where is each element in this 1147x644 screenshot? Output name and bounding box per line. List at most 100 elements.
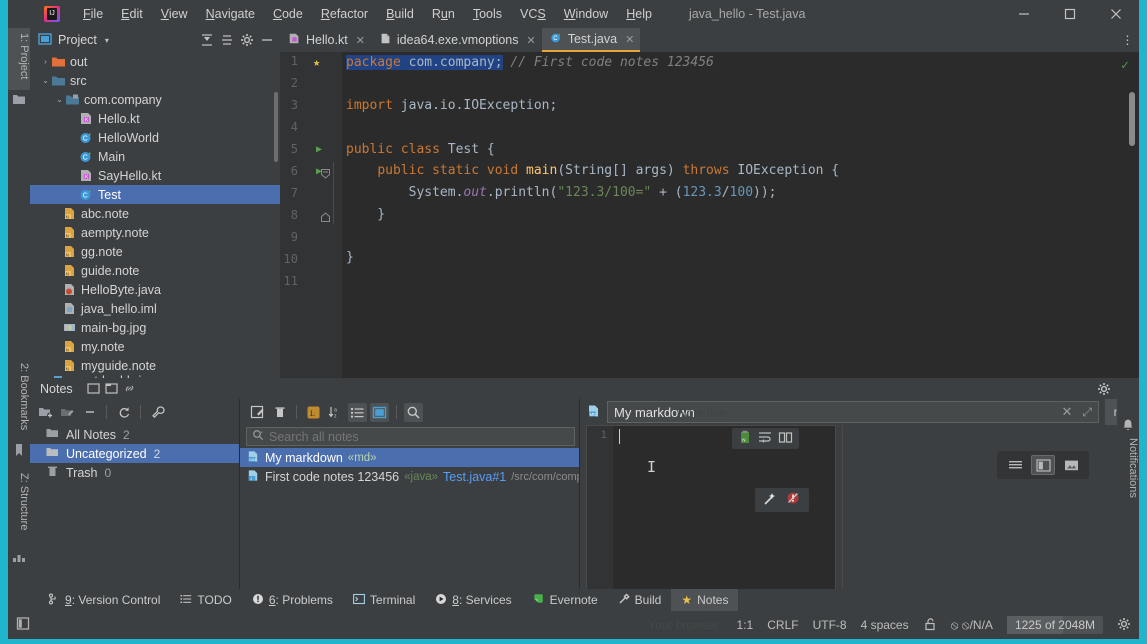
tool-tab-problems[interactable]: 6: Problems: [242, 589, 343, 611]
tool-tab-terminal[interactable]: Terminal: [343, 589, 425, 611]
sidebar-item-bookmarks[interactable]: 2: Bookmarks: [8, 358, 30, 438]
sort-az-icon[interactable]: az: [326, 403, 345, 422]
preview-pane-icon[interactable]: [370, 402, 389, 422]
delete-note-icon[interactable]: [270, 403, 289, 422]
file-encoding[interactable]: UTF-8: [813, 618, 847, 632]
sidebar-item-project[interactable]: 1: Project: [8, 28, 30, 90]
list-view-icon[interactable]: [348, 402, 367, 422]
menu-help[interactable]: Help: [617, 3, 661, 25]
close-button[interactable]: [1093, 0, 1139, 28]
search-icon[interactable]: [404, 402, 423, 422]
code-content[interactable]: package com.company; // First code notes…: [342, 52, 1139, 378]
tree-item-main[interactable]: C Main: [30, 147, 280, 166]
chevron-down-icon[interactable]: ⌄: [40, 76, 51, 85]
view-mode-preview-icon[interactable]: [1059, 455, 1083, 475]
tree-item-out[interactable]: › out: [30, 52, 280, 71]
disable-inspection-icon[interactable]: [786, 491, 801, 509]
tool-tab-services[interactable]: 8: Services: [425, 589, 521, 611]
menu-code[interactable]: Code: [264, 3, 312, 25]
tree-item-guide-note[interactable]: N guide.note: [30, 261, 280, 280]
menu-tools[interactable]: Tools: [464, 3, 511, 25]
search-input[interactable]: [269, 429, 569, 444]
indent-setting[interactable]: 4 spaces: [861, 618, 909, 632]
tree-item-helloworld[interactable]: C HelloWorld: [30, 128, 280, 147]
bookmark-icon[interactable]: [12, 443, 26, 457]
editor-scrollbar[interactable]: [1129, 92, 1135, 146]
tool-tab-notes[interactable]: ★ Notes: [671, 589, 739, 611]
minimize-button[interactable]: [1001, 0, 1047, 28]
panel-divider[interactable]: [842, 425, 843, 602]
view-mode-editor-only-icon[interactable]: [1003, 455, 1027, 475]
link-icon[interactable]: [121, 380, 139, 398]
caret-position[interactable]: 1:1: [737, 618, 754, 632]
book-icon[interactable]: [778, 430, 793, 447]
line-separator[interactable]: CRLF: [767, 618, 798, 632]
collapse-all-icon[interactable]: [218, 31, 236, 49]
new-folder-icon[interactable]: [36, 403, 55, 422]
gear-icon[interactable]: [238, 31, 256, 49]
note-title-field[interactable]: Note title ✕ ⤢: [607, 401, 1099, 423]
menu-run[interactable]: Run: [423, 3, 464, 25]
inspection-level[interactable]: ⦸ ⦸/N/A: [951, 618, 993, 633]
note-list-item-first-code-notes[interactable]: J First code notes 123456 «java» Test.ja…: [240, 467, 579, 486]
refresh-icon[interactable]: [114, 403, 133, 422]
tool-tab-build[interactable]: Build: [608, 589, 672, 611]
tool-tab-version-control[interactable]: 9: Version Control: [38, 589, 170, 611]
tool-tab-todo[interactable]: TODO: [170, 589, 241, 611]
category-all-notes[interactable]: All Notes 2: [30, 425, 239, 444]
tool-tab-evernote[interactable]: Evernote: [522, 589, 608, 611]
menu-refactor[interactable]: Refactor: [312, 3, 377, 25]
gear-icon[interactable]: [1095, 380, 1113, 398]
close-icon[interactable]: ✕: [356, 34, 365, 47]
tree-item-com-company[interactable]: ⌄ com.company: [30, 90, 280, 109]
close-icon[interactable]: ✕: [625, 33, 634, 46]
sidebar-item-structure[interactable]: Z: Structure: [8, 468, 30, 546]
menu-navigate[interactable]: Navigate: [197, 3, 264, 25]
chevron-down-icon[interactable]: ⌄: [54, 95, 65, 104]
menu-vcs[interactable]: VCS: [511, 3, 555, 25]
note-title-input[interactable]: [614, 404, 1062, 420]
category-trash[interactable]: Trash 0: [30, 463, 239, 482]
expand-all-icon[interactable]: [198, 31, 216, 49]
close-icon[interactable]: ✕: [527, 34, 536, 47]
float-mode-icon[interactable]: [103, 380, 121, 398]
run-class-icon[interactable]: ▶: [316, 144, 322, 155]
tree-item-gg-note[interactable]: N gg.note: [30, 242, 280, 261]
paste-image-icon[interactable]: N: [738, 430, 752, 447]
tree-item-hello-kt[interactable]: K Hello.kt: [30, 109, 280, 128]
bell-icon[interactable]: [1121, 418, 1135, 432]
memory-indicator[interactable]: 1225 of 2048M: [1006, 616, 1103, 634]
tree-item-myguide-note[interactable]: N myguide.note: [30, 356, 280, 375]
menu-file[interactable]: File: [74, 3, 112, 25]
expand-icon[interactable]: ⤢: [1082, 405, 1092, 420]
new-note-icon[interactable]: [248, 403, 267, 422]
gear-icon[interactable]: [1117, 617, 1131, 634]
tree-item-abc-note[interactable]: N abc.note: [30, 204, 280, 223]
markdown-editor[interactable]: 1 N I: [586, 425, 836, 602]
rename-folder-icon[interactable]: [58, 403, 77, 422]
magic-wand-icon[interactable]: [763, 491, 778, 509]
tree-item-test[interactable]: C Test: [30, 185, 280, 204]
folder-icon[interactable]: [12, 92, 26, 106]
view-mode-split-icon[interactable]: [1031, 455, 1055, 475]
menu-build[interactable]: Build: [377, 3, 423, 25]
inspection-status-icon[interactable]: ✓: [1121, 58, 1129, 73]
structure-icon[interactable]: [12, 550, 26, 564]
editor-gutter[interactable]: 1 2 3 4 5 6 7 8 9 10 11 ★ ▶ ▶: [280, 52, 342, 378]
fold-collapse-icon[interactable]: [320, 168, 331, 179]
category-uncategorized[interactable]: Uncategorized 2: [30, 444, 239, 463]
tree-item-hellobyte-java[interactable]: HelloByte.java: [30, 280, 280, 299]
menu-edit[interactable]: Edit: [112, 3, 152, 25]
chevron-down-icon[interactable]: ▾: [105, 36, 109, 45]
tree-item-my-note[interactable]: N my.note: [30, 337, 280, 356]
maximize-button[interactable]: [1047, 0, 1093, 28]
wrench-icon[interactable]: [148, 403, 167, 422]
sidebar-item-notifications[interactable]: Notifications: [1117, 438, 1139, 498]
menu-view[interactable]: View: [152, 3, 197, 25]
chevron-right-icon[interactable]: ›: [40, 57, 51, 66]
tree-item-aempty-note[interactable]: N aempty.note: [30, 223, 280, 242]
menu-window[interactable]: Window: [555, 3, 617, 25]
tree-item-main-bg-jpg[interactable]: main-bg.jpg: [30, 318, 280, 337]
editor-tab-vmoptions[interactable]: idea64.exe.vmoptions ✕: [370, 28, 542, 52]
tree-item-java-hello-iml[interactable]: java_hello.iml: [30, 299, 280, 318]
